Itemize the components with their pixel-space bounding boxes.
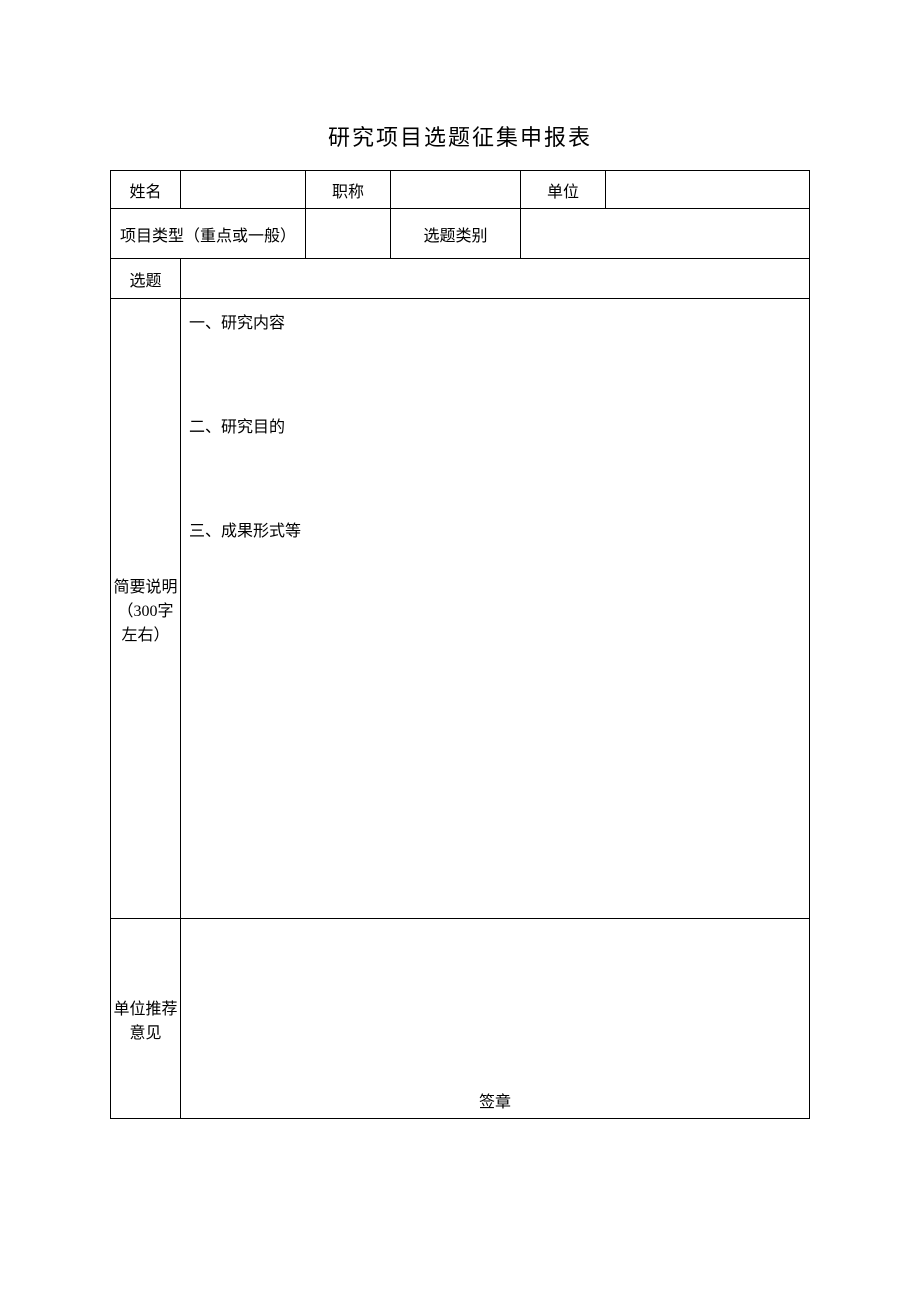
- description-content[interactable]: 一、研究内容 二、研究目的 三、成果形式等: [181, 299, 810, 919]
- section-research-content: 一、研究内容: [189, 309, 801, 333]
- section-research-purpose: 二、研究目的: [189, 413, 801, 437]
- project-type-value[interactable]: [306, 209, 391, 259]
- name-value[interactable]: [181, 171, 306, 209]
- unit-value[interactable]: [606, 171, 810, 209]
- topic-category-label: 选题类别: [391, 209, 521, 259]
- opinion-label: 单位推荐意见: [111, 919, 181, 1119]
- form-title: 研究项目选题征集申报表: [110, 120, 810, 152]
- row-opinion: 单位推荐意见 签章: [111, 919, 810, 1119]
- row-topic: 选题: [111, 259, 810, 299]
- opinion-content[interactable]: 签章: [181, 919, 810, 1119]
- description-label: 简要说明（300字左右）: [111, 299, 181, 919]
- row-basic-info: 姓名 职称 单位: [111, 171, 810, 209]
- topic-label: 选题: [111, 259, 181, 299]
- name-label: 姓名: [111, 171, 181, 209]
- application-table: 姓名 职称 单位 项目类型（重点或一般） 选题类别 选题 简要说明（300字左右…: [110, 170, 810, 1119]
- row-description: 简要说明（300字左右） 一、研究内容 二、研究目的 三、成果形式等: [111, 299, 810, 919]
- row-project-type: 项目类型（重点或一般） 选题类别: [111, 209, 810, 259]
- section-result-form: 三、成果形式等: [189, 517, 801, 541]
- topic-value[interactable]: [181, 259, 810, 299]
- project-type-label: 项目类型（重点或一般）: [111, 209, 306, 259]
- topic-category-value[interactable]: [521, 209, 810, 259]
- unit-label: 单位: [521, 171, 606, 209]
- jobtitle-value[interactable]: [391, 171, 521, 209]
- signature-label: 签章: [479, 1088, 511, 1112]
- jobtitle-label: 职称: [306, 171, 391, 209]
